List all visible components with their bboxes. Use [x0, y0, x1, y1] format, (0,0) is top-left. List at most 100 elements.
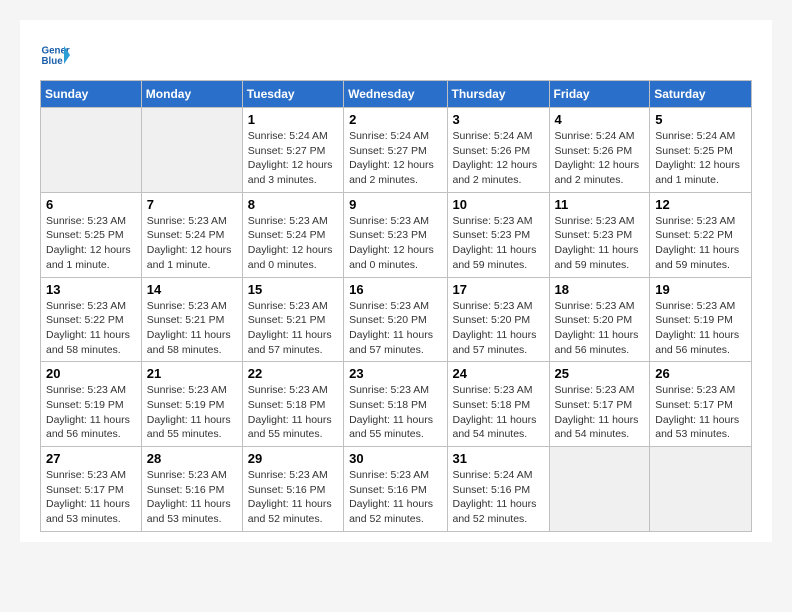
day-number: 8 — [248, 197, 338, 212]
day-info: Sunrise: 5:23 AM Sunset: 5:19 PM Dayligh… — [147, 383, 237, 442]
calendar-cell — [141, 108, 242, 193]
day-info: Sunrise: 5:23 AM Sunset: 5:20 PM Dayligh… — [555, 299, 645, 358]
day-info: Sunrise: 5:23 AM Sunset: 5:25 PM Dayligh… — [46, 214, 136, 273]
day-number: 6 — [46, 197, 136, 212]
day-info: Sunrise: 5:23 AM Sunset: 5:19 PM Dayligh… — [655, 299, 746, 358]
calendar-cell: 10 Sunrise: 5:23 AM Sunset: 5:23 PM Dayli… — [447, 192, 549, 277]
calendar-cell: 22Sunrise: 5:23 AM Sunset: 5:18 PM Dayli… — [242, 362, 343, 447]
day-info: Sunrise: 5:23 AM Sunset: 5:17 PM Dayligh… — [46, 468, 136, 527]
header: General Blue — [40, 40, 752, 70]
day-number: 15 — [248, 282, 338, 297]
page: General Blue SundayMondayTuesdayWednesda… — [20, 20, 772, 542]
day-number: 4 — [555, 112, 645, 127]
day-number: 9 — [349, 197, 441, 212]
day-info: Sunrise: 5:24 AM Sunset: 5:26 PM Dayligh… — [555, 129, 645, 188]
calendar-cell — [549, 447, 650, 532]
day-info: Sunrise: 5:24 AM Sunset: 5:27 PM Dayligh… — [248, 129, 338, 188]
calendar-cell: 18 Sunrise: 5:23 AM Sunset: 5:20 PM Dayli… — [549, 277, 650, 362]
day-info: Sunrise: 5:24 AM Sunset: 5:16 PM Dayligh… — [453, 468, 544, 527]
calendar-table: SundayMondayTuesdayWednesdayThursdayFrid… — [40, 80, 752, 532]
day-number: 5 — [655, 112, 746, 127]
day-info: Sunrise: 5:23 AM Sunset: 5:22 PM Dayligh… — [655, 214, 746, 273]
day-info: Sunrise: 5:23 AM Sunset: 5:18 PM Dayligh… — [349, 383, 441, 442]
day-number: 13 — [46, 282, 136, 297]
calendar-cell: 3Sunrise: 5:24 AM Sunset: 5:26 PM Daylig… — [447, 108, 549, 193]
day-info: Sunrise: 5:23 AM Sunset: 5:21 PM Dayligh… — [248, 299, 338, 358]
weekday-header-friday: Friday — [549, 81, 650, 108]
calendar-cell — [650, 447, 752, 532]
day-info: Sunrise: 5:23 AM Sunset: 5:19 PM Dayligh… — [46, 383, 136, 442]
calendar-cell: 9 Sunrise: 5:23 AM Sunset: 5:23 PM Daylig… — [344, 192, 447, 277]
day-info: Sunrise: 5:23 AM Sunset: 5:23 PM Dayligh… — [453, 214, 544, 273]
day-number: 26 — [655, 366, 746, 381]
day-info: Sunrise: 5:23 AM Sunset: 5:23 PM Dayligh… — [349, 214, 441, 273]
day-number: 27 — [46, 451, 136, 466]
calendar-cell: 4 Sunrise: 5:24 AM Sunset: 5:26 PM Daylig… — [549, 108, 650, 193]
day-number: 11 — [555, 197, 645, 212]
day-info: Sunrise: 5:23 AM Sunset: 5:20 PM Dayligh… — [453, 299, 544, 358]
calendar-cell: 12Sunrise: 5:23 AM Sunset: 5:22 PM Dayli… — [650, 192, 752, 277]
calendar-header-row: SundayMondayTuesdayWednesdayThursdayFrid… — [41, 81, 752, 108]
day-number: 19 — [655, 282, 746, 297]
calendar-cell: 16Sunrise: 5:23 AM Sunset: 5:20 PM Dayli… — [344, 277, 447, 362]
calendar-cell: 15 Sunrise: 5:23 AM Sunset: 5:21 PM Dayli… — [242, 277, 343, 362]
day-info: Sunrise: 5:24 AM Sunset: 5:27 PM Dayligh… — [349, 129, 441, 188]
weekday-header-tuesday: Tuesday — [242, 81, 343, 108]
day-number: 14 — [147, 282, 237, 297]
calendar-cell: 29Sunrise: 5:23 AM Sunset: 5:16 PM Dayli… — [242, 447, 343, 532]
day-info: Sunrise: 5:23 AM Sunset: 5:17 PM Dayligh… — [655, 383, 746, 442]
day-info: Sunrise: 5:23 AM Sunset: 5:21 PM Dayligh… — [147, 299, 237, 358]
day-number: 29 — [248, 451, 338, 466]
day-number: 18 — [555, 282, 645, 297]
day-number: 23 — [349, 366, 441, 381]
day-number: 30 — [349, 451, 441, 466]
weekday-header-wednesday: Wednesday — [344, 81, 447, 108]
weekday-header-sunday: Sunday — [41, 81, 142, 108]
calendar-cell: 13Sunrise: 5:23 AM Sunset: 5:22 PM Dayli… — [41, 277, 142, 362]
calendar-cell: 14 Sunrise: 5:23 AM Sunset: 5:21 PM Dayli… — [141, 277, 242, 362]
week-row-1: 1Sunrise: 5:24 AM Sunset: 5:27 PM Daylig… — [41, 108, 752, 193]
calendar-cell: 11 Sunrise: 5:23 AM Sunset: 5:23 PM Dayli… — [549, 192, 650, 277]
day-number: 22 — [248, 366, 338, 381]
day-info: Sunrise: 5:24 AM Sunset: 5:25 PM Dayligh… — [655, 129, 746, 188]
day-number: 25 — [555, 366, 645, 381]
day-number: 16 — [349, 282, 441, 297]
calendar-cell: 6 Sunrise: 5:23 AM Sunset: 5:25 PM Daylig… — [41, 192, 142, 277]
calendar-cell: 23 Sunrise: 5:23 AM Sunset: 5:18 PM Dayli… — [344, 362, 447, 447]
week-row-3: 13Sunrise: 5:23 AM Sunset: 5:22 PM Dayli… — [41, 277, 752, 362]
day-number: 24 — [453, 366, 544, 381]
calendar-cell: 2 Sunrise: 5:24 AM Sunset: 5:27 PM Daylig… — [344, 108, 447, 193]
calendar-cell: 8 Sunrise: 5:23 AM Sunset: 5:24 PM Daylig… — [242, 192, 343, 277]
calendar-cell: 25Sunrise: 5:23 AM Sunset: 5:17 PM Dayli… — [549, 362, 650, 447]
day-number: 7 — [147, 197, 237, 212]
day-number: 21 — [147, 366, 237, 381]
calendar-cell: 26 Sunrise: 5:23 AM Sunset: 5:17 PM Dayli… — [650, 362, 752, 447]
week-row-5: 27 Sunrise: 5:23 AM Sunset: 5:17 PM Dayli… — [41, 447, 752, 532]
day-info: Sunrise: 5:23 AM Sunset: 5:23 PM Dayligh… — [555, 214, 645, 273]
day-info: Sunrise: 5:23 AM Sunset: 5:24 PM Dayligh… — [147, 214, 237, 273]
calendar-cell: 5 Sunrise: 5:24 AM Sunset: 5:25 PM Daylig… — [650, 108, 752, 193]
day-number: 31 — [453, 451, 544, 466]
week-row-2: 6 Sunrise: 5:23 AM Sunset: 5:25 PM Daylig… — [41, 192, 752, 277]
day-info: Sunrise: 5:23 AM Sunset: 5:18 PM Dayligh… — [453, 383, 544, 442]
calendar-cell — [41, 108, 142, 193]
weekday-header-saturday: Saturday — [650, 81, 752, 108]
day-number: 28 — [147, 451, 237, 466]
day-info: Sunrise: 5:23 AM Sunset: 5:24 PM Dayligh… — [248, 214, 338, 273]
weekday-header-thursday: Thursday — [447, 81, 549, 108]
logo-icon: General Blue — [40, 40, 70, 70]
day-number: 2 — [349, 112, 441, 127]
calendar-cell: 31 Sunrise: 5:24 AM Sunset: 5:16 PM Dayli… — [447, 447, 549, 532]
day-info: Sunrise: 5:23 AM Sunset: 5:16 PM Dayligh… — [147, 468, 237, 527]
week-row-4: 20 Sunrise: 5:23 AM Sunset: 5:19 PM Dayli… — [41, 362, 752, 447]
calendar-cell: 20 Sunrise: 5:23 AM Sunset: 5:19 PM Dayli… — [41, 362, 142, 447]
day-number: 17 — [453, 282, 544, 297]
calendar-cell: 30 Sunrise: 5:23 AM Sunset: 5:16 PM Dayli… — [344, 447, 447, 532]
calendar-cell: 1Sunrise: 5:24 AM Sunset: 5:27 PM Daylig… — [242, 108, 343, 193]
calendar-cell: 17 Sunrise: 5:23 AM Sunset: 5:20 PM Dayli… — [447, 277, 549, 362]
svg-text:Blue: Blue — [42, 56, 64, 67]
day-number: 10 — [453, 197, 544, 212]
day-info: Sunrise: 5:23 AM Sunset: 5:16 PM Dayligh… — [349, 468, 441, 527]
day-number: 20 — [46, 366, 136, 381]
calendar-cell: 28 Sunrise: 5:23 AM Sunset: 5:16 PM Dayli… — [141, 447, 242, 532]
